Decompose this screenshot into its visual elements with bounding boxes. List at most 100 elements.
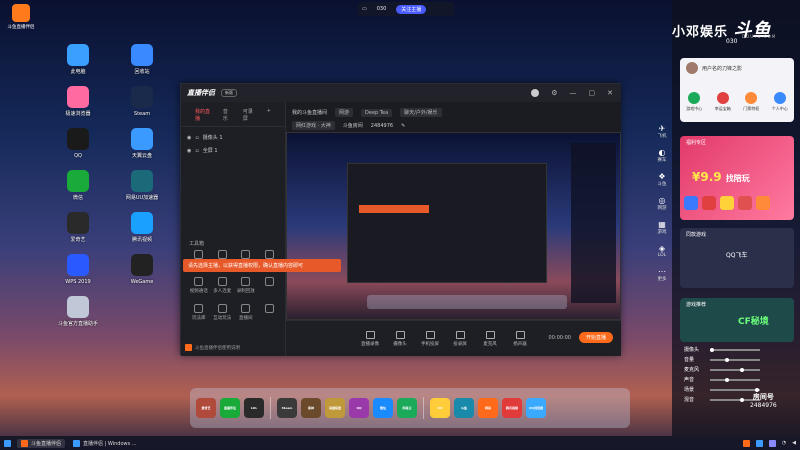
sidebar-item[interactable]: ✈ 飞机 <box>652 124 672 139</box>
dock-app[interactable]: 原神 <box>301 398 321 418</box>
control-button[interactable]: 直播录像 <box>356 330 384 347</box>
control-button[interactable]: 投录屏 <box>446 330 474 347</box>
game2-card[interactable]: 游戏推荐 CF秘境 <box>680 298 794 342</box>
control-button[interactable]: 摄像头 <box>386 330 414 347</box>
sidebar-item[interactable]: ❖ 斗鱼 <box>652 172 672 187</box>
tab-1[interactable]: 音乐 <box>223 108 231 122</box>
slider-knob[interactable] <box>725 377 729 382</box>
settings-icon[interactable]: ⚙ <box>551 89 557 97</box>
dock-app[interactable]: LOL <box>244 398 264 418</box>
sidebar-item[interactable]: ◎ 网游 <box>652 196 672 211</box>
dock-app[interactable]: QQ <box>349 398 369 418</box>
desktop-icon[interactable]: 天翼云盘 <box>122 128 162 159</box>
avatar-icon[interactable] <box>531 89 540 97</box>
warning-toast[interactable]: 请先选择主播，以获得直播权限，确认直播内容即可 <box>183 259 341 272</box>
quick-action[interactable]: 幸运宝箱 <box>715 92 731 112</box>
follow-button[interactable]: 关注主播 <box>396 4 427 14</box>
control-button[interactable]: 手机投屏 <box>416 330 444 347</box>
taskbar-task[interactable]: 直播伴侣 | Windows ... <box>69 439 141 448</box>
lock-icon[interactable]: ▫ <box>195 135 198 141</box>
slider-knob[interactable] <box>740 397 744 402</box>
sidebar-item[interactable]: ⋯ 更多 <box>652 267 672 282</box>
desktop-icon[interactable]: WPS 2019 <box>58 254 98 285</box>
volume-slider[interactable] <box>710 377 760 382</box>
volume-icon[interactable]: ◀ <box>792 440 796 446</box>
desktop-icon[interactable]: 回收站 <box>122 44 162 75</box>
desktop-icon[interactable]: QQ <box>58 128 98 159</box>
slider-knob[interactable] <box>725 357 729 362</box>
volume-slider[interactable] <box>710 347 760 352</box>
edit-icon[interactable]: ✎ <box>401 123 405 129</box>
tab-0[interactable]: 我的直播 <box>195 108 211 122</box>
volume-slider[interactable] <box>710 387 760 392</box>
eye-icon[interactable]: ◉ <box>187 148 191 154</box>
dock-app[interactable]: 英雄联盟 <box>325 398 345 418</box>
stream-preview[interactable] <box>286 132 621 320</box>
dock-app[interactable]: Steam <box>277 398 297 418</box>
taskbar-task[interactable]: 斗鱼直播伴侣 <box>17 438 66 448</box>
tool-button[interactable]: 录制回放 <box>234 277 258 294</box>
sidebar-item[interactable]: ▦ 游戏 <box>652 220 672 235</box>
tray-icon-1[interactable] <box>742 439 750 447</box>
user-avatar[interactable] <box>686 62 698 74</box>
volume-slider[interactable] <box>710 367 760 372</box>
add-tab-icon[interactable]: + <box>267 108 271 122</box>
desktop-icon[interactable]: 网易UU加速器 <box>122 170 162 201</box>
tray-icon-2[interactable] <box>755 439 763 447</box>
promo-card[interactable]: 福利专区 ¥9.9 找陪玩 <box>680 136 794 220</box>
start-live-button[interactable]: 开始直播 <box>578 332 613 343</box>
scene-item[interactable]: ◉ ▫ 全屏 1 <box>181 144 285 157</box>
desktop-icon[interactable]: Steam <box>122 86 162 117</box>
notice-bar[interactable]: 斗鱼直播伴侣使用说明 <box>185 344 240 351</box>
quick-action[interactable]: 游戏中心 <box>686 92 702 112</box>
tool-button[interactable]: 多人连麦 <box>211 277 235 294</box>
tool-button[interactable]: 玩法库 <box>187 304 211 321</box>
tool-button[interactable]: 直播间 <box>234 304 258 321</box>
quick-action[interactable]: 门票特权 <box>743 92 759 112</box>
game-card[interactable]: 同款游戏 QQ飞车 <box>680 228 794 288</box>
dock-app[interactable]: 爱奇艺 <box>196 398 216 418</box>
dock-app[interactable]: 微信 <box>373 398 393 418</box>
quick-action[interactable]: 个人中心 <box>772 92 788 112</box>
window-titlebar[interactable]: 直播伴侣 新版 ⚙ — ▢ ✕ <box>181 84 621 102</box>
dock-app[interactable]: 网易 <box>478 398 498 418</box>
tab-2[interactable]: 可录屏 <box>243 108 255 122</box>
tag-2[interactable]: Deep Tea <box>361 108 393 117</box>
desktop-icon[interactable]: 爱奇艺 <box>58 212 98 243</box>
tag-1[interactable]: 网游 <box>335 108 354 117</box>
live-title[interactable]: 我的斗鱼直播间 <box>292 109 327 116</box>
wifi-icon[interactable]: ◔ <box>782 440 786 446</box>
sidebar-item[interactable]: ◐ 赛车 <box>652 148 672 163</box>
tool-button[interactable]: 视频通话 <box>187 277 211 294</box>
tag-3[interactable]: 聊天/户外/娱乐 <box>400 108 442 117</box>
tool-button[interactable] <box>258 277 282 294</box>
control-button[interactable]: 扬声器 <box>506 330 534 347</box>
eye-icon[interactable]: ◉ <box>187 135 191 141</box>
desktop-icon[interactable]: 斗鱼官方直播助手 <box>58 296 98 327</box>
version-badge[interactable]: 新版 <box>221 89 237 97</box>
minimize-icon[interactable]: — <box>570 89 577 97</box>
tool-button[interactable] <box>258 304 282 321</box>
slider-knob[interactable] <box>710 347 714 352</box>
start-icon[interactable] <box>4 439 11 447</box>
dock-app[interactable]: QQ浏览器 <box>526 398 546 418</box>
lock-icon[interactable]: ▫ <box>195 148 198 154</box>
scene-item[interactable]: ◉ ▫ 摄像头 1 <box>181 131 285 144</box>
desktop-shortcut[interactable]: 斗鱼直播伴侣 <box>4 4 38 30</box>
sidebar-item[interactable]: ◈ LOL <box>652 244 672 258</box>
slider-knob[interactable] <box>755 387 759 392</box>
dock-app[interactable]: UU <box>430 398 450 418</box>
desktop-icon[interactable]: 腾讯视频 <box>122 212 162 243</box>
desktop-icon[interactable]: 此电脑 <box>58 44 98 75</box>
desktop-icon[interactable]: 极速浏览器 <box>58 86 98 117</box>
maximize-icon[interactable]: ▢ <box>589 89 596 97</box>
desktop-icon[interactable]: 微信 <box>58 170 98 201</box>
control-button[interactable]: 麦克风 <box>476 330 504 347</box>
dock-app[interactable]: 腾讯视频 <box>502 398 522 418</box>
volume-slider[interactable] <box>710 357 760 362</box>
desktop-icon[interactable]: WeGame <box>122 254 162 285</box>
dock-app[interactable]: 斗鱼 <box>454 398 474 418</box>
tray-icon-3[interactable] <box>768 439 776 447</box>
slider-knob[interactable] <box>740 367 744 372</box>
dock-app[interactable]: 直播伴侣 <box>220 398 240 418</box>
